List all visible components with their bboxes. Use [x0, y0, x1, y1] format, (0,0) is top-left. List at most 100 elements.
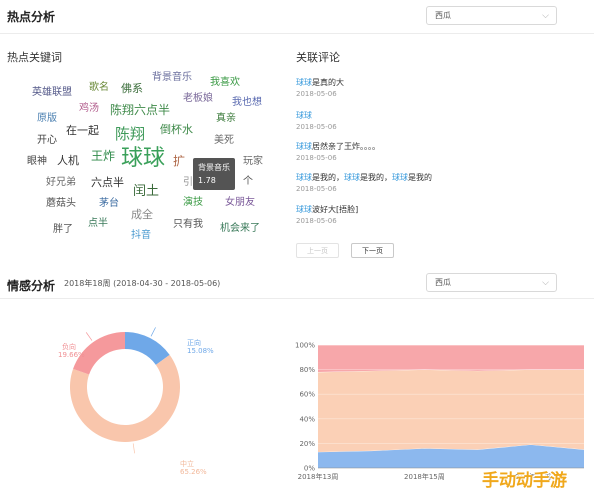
comment-item: 球球是我的，球球是我的，球球是我的 2018-05-06 [296, 172, 432, 195]
sentiment-select[interactable]: 西瓜 ⌵ [426, 273, 557, 292]
keyword-word[interactable]: 蘑菇头 [46, 199, 76, 209]
sentiment-title: 情感分析 [7, 279, 56, 293]
keyword-word[interactable]: 引 [183, 178, 193, 188]
negative-pct: 19.66% [58, 351, 85, 359]
area-y-axis: 100% 80% 60% 40% 20% 0% [295, 342, 315, 473]
positive-pct: 15.08% [187, 347, 214, 355]
keyword-word[interactable]: 玩家 [243, 157, 263, 167]
comment-text: 是真的大 [312, 78, 344, 87]
sentiment-select-value: 西瓜 [435, 278, 451, 287]
area-layers [317, 344, 585, 468]
prev-page-button[interactable]: 上一页 [296, 243, 339, 258]
y-tick-label: 40% [299, 415, 315, 423]
comment-date: 2018-05-06 [296, 185, 337, 193]
y-tick-label: 20% [299, 440, 315, 448]
area-series-1[interactable] [318, 369, 584, 453]
keyword-word[interactable]: 人机 [57, 155, 79, 166]
keyword-word[interactable]: 扩 [173, 155, 185, 167]
comment-text: 波好大[捂脸] [312, 205, 359, 214]
keyword-word[interactable]: 开心 [37, 136, 57, 146]
keyword-word[interactable]: 真亲 [216, 114, 236, 124]
keyword-word[interactable]: 王炸 [91, 150, 115, 162]
keyword-word[interactable]: 倒杯水 [160, 124, 193, 135]
keyword-word[interactable]: 好兄弟 [46, 178, 76, 188]
keyword-word[interactable]: 鸡汤 [79, 104, 99, 114]
section-divider [0, 298, 594, 299]
keyword-word[interactable]: 英雄联盟 [32, 88, 72, 98]
comment-text: 是我的 [408, 173, 432, 182]
sentiment-area-chart: 100%80%60%40%20%0% 2018年13周 2018年15周 2018年… [295, 342, 585, 481]
comment-item: 球球居然亲了王炸。。。。 2018-05-06 [296, 141, 380, 164]
sentiment-donut-chart: 正向 15.08% 中立 65.26% 负向 19.66% [58, 327, 214, 476]
y-tick-label: 0% [304, 465, 315, 473]
hotspot-select[interactable]: 西瓜 ⌵ [426, 6, 557, 25]
comment-keyword[interactable]: 球球 [344, 173, 360, 182]
positive-name: 正向 [187, 338, 201, 347]
keyword-word[interactable]: 陈翔六点半 [110, 104, 170, 116]
comment-text: 是我的， [312, 173, 344, 182]
comment-date: 2018-05-06 [296, 217, 337, 225]
comment-keyword[interactable]: 球球 [392, 173, 408, 182]
y-tick-label: 60% [299, 391, 315, 399]
keyword-word[interactable]: 我也想 [232, 98, 262, 108]
comment-text: 居然亲了王炸。。。。 [312, 142, 380, 151]
comment-date: 2018-05-06 [296, 123, 337, 131]
x-tick-label: 2018年13周 [298, 472, 339, 481]
watermark-logo: 手动动手游 [482, 471, 567, 491]
hotspot-select-value: 西瓜 [435, 11, 451, 20]
keyword-word[interactable]: 机会来了 [220, 224, 260, 234]
keyword-word[interactable]: 茅台 [99, 199, 119, 209]
negative-name: 负向 [62, 342, 76, 351]
comments-title: 关联评论 [296, 51, 340, 64]
comment-keyword[interactable]: 球球 [296, 142, 312, 151]
keyword-word[interactable]: 在一起 [66, 125, 99, 136]
keyword-word[interactable]: 歌名 [89, 83, 109, 93]
keyword-word[interactable]: 个 [243, 177, 253, 187]
comment-item: 球球是真的大 2018-05-06 [296, 77, 344, 100]
chevron-down-icon: ⌵ [542, 278, 549, 288]
comment-keyword[interactable]: 球球 [296, 111, 312, 120]
keyword-word[interactable]: 闰土 [133, 185, 159, 198]
y-tick-label: 100% [295, 342, 315, 350]
keyword-word[interactable]: 背景音乐 [152, 73, 192, 83]
keyword-word[interactable]: 眼神 [27, 157, 47, 167]
chevron-down-icon: ⌵ [542, 11, 549, 21]
x-tick-label: 2018年15周 [404, 472, 445, 481]
label-line-negative [85, 332, 93, 341]
keyword-word[interactable]: 只有我 [173, 220, 203, 230]
keyword-word[interactable]: 女朋友 [225, 198, 255, 208]
comment-item: 球球 2018-05-06 [296, 110, 337, 133]
neutral-name: 中立 [180, 459, 194, 468]
tooltip-value: 1.78 [198, 176, 216, 185]
keyword-word[interactable]: 美死 [214, 136, 234, 146]
word-tooltip: 背景音乐 1.78 [193, 158, 235, 190]
comment-text: 是我的， [360, 173, 392, 182]
keyword-word[interactable]: 六点半 [91, 177, 124, 188]
area-series-2[interactable] [318, 345, 584, 373]
keyword-word[interactable]: 成全 [131, 209, 153, 220]
tooltip-label: 背景音乐 [198, 163, 230, 172]
keyword-word[interactable]: 原版 [37, 114, 57, 124]
comment-date: 2018-05-06 [296, 154, 337, 162]
word-cloud: 背景音乐 英雄联盟 歌名 佛系 我喜欢 鸡汤 陈翔六点半 老板娘 我也想 原版 真亲 在一起 陈翔 倒杯水… [0, 0, 290, 260]
comment-keyword[interactable]: 球球 [296, 78, 312, 87]
comment-item: 球球波好大[捂脸] 2018-05-06 [296, 204, 358, 227]
keyword-word[interactable]: 老板娘 [183, 94, 213, 104]
next-page-button[interactable]: 下一页 [351, 243, 394, 258]
keyword-word[interactable]: 演技 [183, 198, 203, 208]
keyword-word[interactable]: 球球 [121, 148, 165, 170]
keyword-word[interactable]: 我喜欢 [210, 78, 240, 88]
comment-date: 2018-05-06 [296, 90, 337, 98]
y-tick-label: 80% [299, 366, 315, 374]
keyword-word[interactable]: 陈翔 [115, 127, 145, 142]
comment-keyword[interactable]: 球球 [296, 205, 312, 214]
week-range-label: 2018年18周 (2018-04-30 - 2018-05-06) [64, 279, 221, 288]
comment-keyword[interactable]: 球球 [296, 173, 312, 182]
neutral-pct: 65.26% [180, 468, 207, 476]
keyword-word[interactable]: 佛系 [121, 83, 143, 94]
keyword-word[interactable]: 抖音 [131, 231, 151, 241]
label-line-positive [150, 327, 156, 337]
label-line-neutral [132, 443, 135, 454]
keyword-word[interactable]: 胖了 [53, 225, 73, 235]
keyword-word[interactable]: 点半 [88, 219, 108, 229]
